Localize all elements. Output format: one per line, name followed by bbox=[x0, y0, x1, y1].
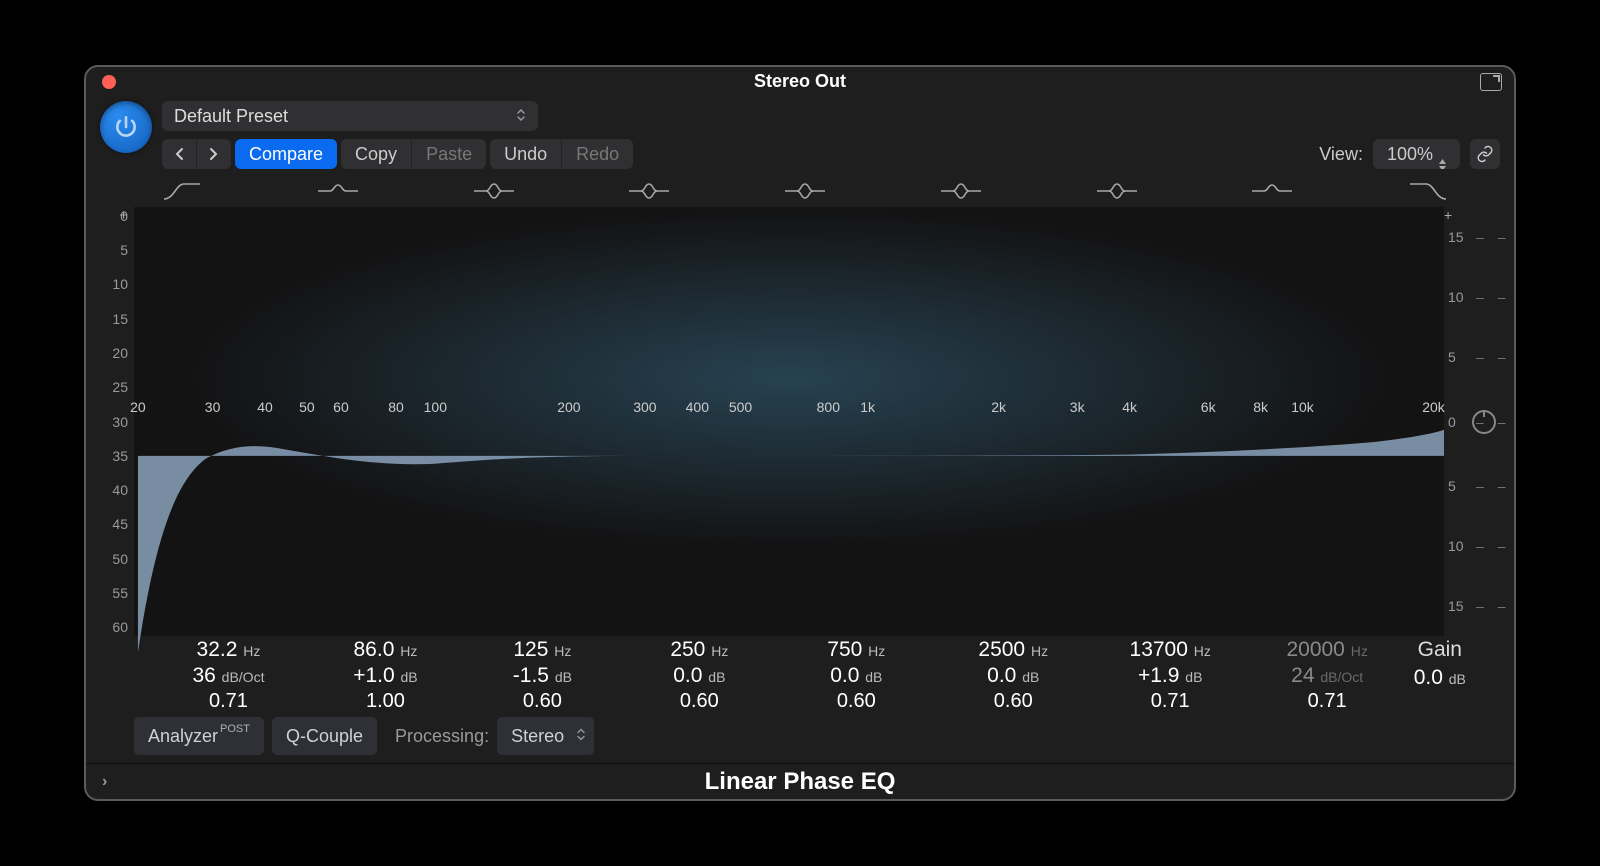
right-tick: 5 bbox=[1448, 349, 1456, 365]
left-tick: 60 bbox=[112, 619, 128, 635]
left-tick: 25 bbox=[112, 379, 128, 395]
freq-tick: 400 bbox=[686, 399, 709, 415]
freq-tick: 20 bbox=[130, 399, 146, 415]
chevron-updown-icon bbox=[576, 726, 586, 747]
left-db-scale: + 051015202530354045505560 bbox=[96, 207, 134, 636]
freq-tick: 500 bbox=[729, 399, 752, 415]
left-tick: 40 bbox=[112, 482, 128, 498]
plus-icon: + bbox=[1444, 207, 1452, 223]
plugin-name: Linear Phase EQ bbox=[705, 768, 896, 796]
view-value: 100% bbox=[1387, 144, 1433, 165]
plugin-window: Stereo Out Default Preset Compare Copy P… bbox=[84, 65, 1516, 801]
power-button[interactable] bbox=[100, 101, 152, 153]
processing-label: Processing: bbox=[395, 726, 489, 747]
filter-type-lowpass[interactable] bbox=[1402, 179, 1454, 203]
expand-icon[interactable] bbox=[1480, 73, 1502, 91]
processing-selector[interactable]: Stereo bbox=[497, 717, 594, 755]
freq-tick: 8k bbox=[1253, 399, 1268, 415]
freq-tick: 60 bbox=[333, 399, 349, 415]
left-tick: 20 bbox=[112, 345, 128, 361]
freq-tick: 6k bbox=[1201, 399, 1216, 415]
view-label: View: bbox=[1319, 144, 1363, 165]
plugin-footer: › Linear Phase EQ bbox=[86, 763, 1514, 799]
filter-type-highshelf[interactable] bbox=[1246, 179, 1298, 203]
preset-name: Default Preset bbox=[174, 106, 288, 127]
bottom-bar: Analyzer POST Q-Couple Processing: Stere… bbox=[86, 717, 1514, 763]
window-title: Stereo Out bbox=[754, 71, 846, 92]
filter-type-bell[interactable] bbox=[779, 179, 831, 203]
filter-type-highpass[interactable] bbox=[156, 179, 208, 203]
freq-tick: 800 bbox=[817, 399, 840, 415]
paste-button[interactable]: Paste bbox=[411, 139, 486, 169]
chevron-updown-icon bbox=[514, 108, 528, 122]
freq-tick: 10k bbox=[1291, 399, 1314, 415]
undo-button[interactable]: Undo bbox=[490, 139, 561, 169]
filter-type-bell[interactable] bbox=[1091, 179, 1143, 203]
left-tick: 5 bbox=[120, 242, 128, 258]
next-button[interactable] bbox=[196, 139, 231, 169]
right-tick: 10 bbox=[1448, 289, 1464, 305]
left-tick: 15 bbox=[112, 311, 128, 327]
filter-type-lowshelf[interactable] bbox=[312, 179, 364, 203]
freq-tick: 1k bbox=[860, 399, 875, 415]
left-tick: 55 bbox=[112, 585, 128, 601]
left-tick: 50 bbox=[112, 551, 128, 567]
freq-tick: 80 bbox=[388, 399, 404, 415]
filter-type-row bbox=[86, 173, 1514, 207]
preset-selector[interactable]: Default Preset bbox=[162, 101, 538, 131]
copy-button[interactable]: Copy bbox=[341, 139, 411, 169]
right-tick: 5 bbox=[1448, 478, 1456, 494]
right-db-scale: + 15––10––5––0––5––10––15–– bbox=[1444, 207, 1504, 636]
freq-tick: 2k bbox=[991, 399, 1006, 415]
left-tick: 45 bbox=[112, 516, 128, 532]
stepper-caret-icon bbox=[1439, 148, 1446, 160]
redo-button[interactable]: Redo bbox=[561, 139, 633, 169]
freq-tick: 50 bbox=[299, 399, 315, 415]
right-tick: 10 bbox=[1448, 538, 1464, 554]
freq-tick: 20k bbox=[1422, 399, 1445, 415]
top-controls: Default Preset Compare Copy Paste Undo R… bbox=[86, 95, 1514, 173]
view-stepper[interactable]: 100% bbox=[1373, 139, 1460, 169]
window-titlebar: Stereo Out bbox=[86, 67, 1514, 95]
freq-tick: 300 bbox=[633, 399, 656, 415]
undoredo-seg: Undo Redo bbox=[490, 139, 633, 169]
disclosure-icon[interactable]: › bbox=[102, 773, 107, 791]
analyzer-button[interactable]: Analyzer POST bbox=[134, 717, 264, 755]
left-tick: 0 bbox=[120, 208, 128, 224]
eq-plot[interactable]: 2030405060801002003004005008001k2k3k4k6k… bbox=[134, 207, 1444, 636]
link-button[interactable] bbox=[1470, 139, 1500, 169]
nav-seg bbox=[162, 139, 231, 169]
left-tick: 35 bbox=[112, 448, 128, 464]
freq-tick: 40 bbox=[257, 399, 273, 415]
filter-type-bell[interactable] bbox=[468, 179, 520, 203]
right-tick: 0 bbox=[1448, 414, 1456, 430]
q-couple-button[interactable]: Q-Couple bbox=[272, 717, 377, 755]
left-tick: 30 bbox=[112, 414, 128, 430]
filter-type-bell[interactable] bbox=[935, 179, 987, 203]
freq-tick: 100 bbox=[424, 399, 447, 415]
copypaste-seg: Copy Paste bbox=[341, 139, 486, 169]
freq-tick: 200 bbox=[557, 399, 580, 415]
close-traffic-light[interactable] bbox=[102, 75, 116, 89]
analyzer-mode: POST bbox=[220, 723, 250, 735]
eq-plot-area: + 051015202530354045505560 2030405060801… bbox=[86, 207, 1514, 636]
left-tick: 10 bbox=[112, 276, 128, 292]
freq-tick: 4k bbox=[1122, 399, 1137, 415]
compare-button[interactable]: Compare bbox=[235, 139, 337, 169]
right-tick: 15 bbox=[1448, 598, 1464, 614]
filter-type-bell[interactable] bbox=[623, 179, 675, 203]
prev-button[interactable] bbox=[162, 139, 196, 169]
right-tick: 15 bbox=[1448, 229, 1464, 245]
eq-curve bbox=[134, 207, 1444, 705]
freq-tick: 3k bbox=[1070, 399, 1085, 415]
freq-tick: 30 bbox=[205, 399, 221, 415]
